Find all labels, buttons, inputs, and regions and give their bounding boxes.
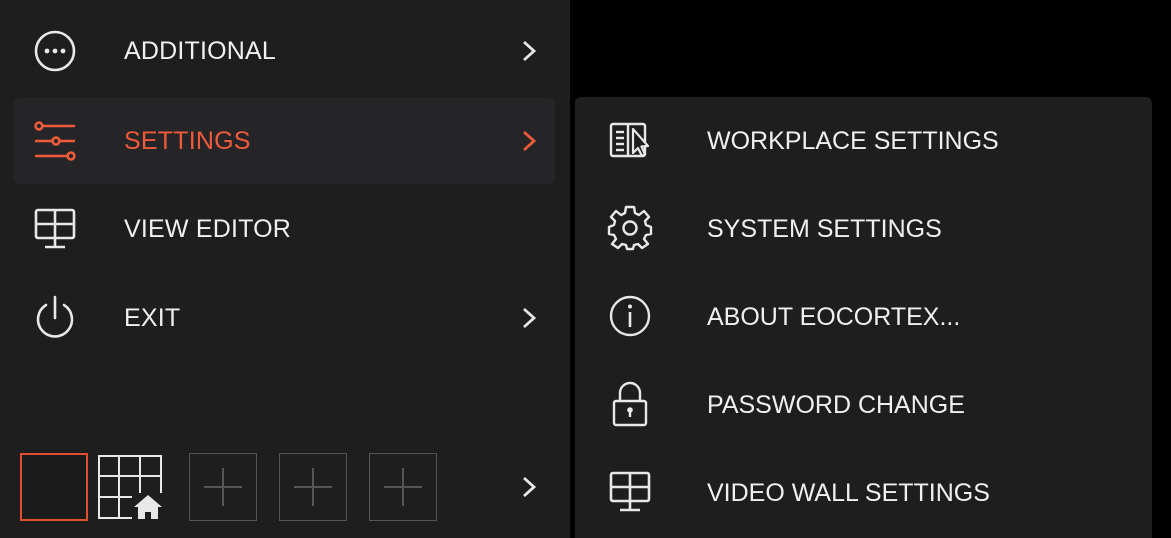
sliders-icon xyxy=(34,121,76,161)
add-layout-button[interactable] xyxy=(279,453,347,521)
submenu-item-label: VIDEO WALL SETTINGS xyxy=(707,479,990,507)
submenu-item-label: SYSTEM SETTINGS xyxy=(707,215,942,243)
info-icon xyxy=(609,295,651,337)
settings-submenu: WORKPLACE SETTINGS SYSTEM SETTINGS ABOUT… xyxy=(575,97,1152,538)
monitor-grid-icon xyxy=(34,208,76,249)
menu-item-label: ADDITIONAL xyxy=(124,37,277,65)
video-wall-icon xyxy=(609,471,651,512)
menu-item-settings[interactable]: SETTINGS xyxy=(14,98,555,184)
submenu-item-system-settings[interactable]: SYSTEM SETTINGS xyxy=(605,185,1125,273)
add-layout-button[interactable] xyxy=(189,453,257,521)
menu-item-exit[interactable]: EXIT xyxy=(14,275,555,361)
add-layout-button[interactable] xyxy=(369,453,437,521)
submenu-item-workplace-settings[interactable]: WORKPLACE SETTINGS xyxy=(605,97,1125,185)
more-circle-icon xyxy=(34,30,76,72)
menu-item-view-editor[interactable]: VIEW EDITOR xyxy=(14,186,555,272)
menu-item-label: EXIT xyxy=(124,304,181,332)
submenu-item-about[interactable]: ABOUT EOCORTEX... xyxy=(605,273,1125,361)
layout-selector xyxy=(16,447,556,527)
submenu-item-label: PASSWORD CHANGE xyxy=(707,391,965,419)
power-icon xyxy=(36,295,74,338)
submenu-item-video-wall-settings[interactable]: VIDEO WALL SETTINGS xyxy=(605,449,1125,537)
workplace-icon xyxy=(609,122,650,158)
chevron-right-icon xyxy=(523,307,537,329)
chevron-right-icon xyxy=(523,130,537,152)
lock-icon xyxy=(612,381,648,427)
home-grid-layout-icon[interactable] xyxy=(96,453,164,521)
chevron-right-icon xyxy=(523,40,537,62)
submenu-item-password-change[interactable]: PASSWORD CHANGE xyxy=(605,361,1125,449)
submenu-item-label: WORKPLACE SETTINGS xyxy=(707,127,999,155)
gear-icon xyxy=(607,205,653,251)
menu-item-label: VIEW EDITOR xyxy=(124,215,292,243)
menu-item-label: SETTINGS xyxy=(124,127,251,155)
current-layout-slot[interactable] xyxy=(20,453,88,521)
main-menu: ADDITIONAL SETTINGS VIEW EDITOR EXIT xyxy=(0,0,570,538)
menu-item-additional[interactable]: ADDITIONAL xyxy=(14,8,555,94)
submenu-item-label: ABOUT EOCORTEX... xyxy=(707,303,961,331)
chevron-right-icon[interactable] xyxy=(517,475,541,499)
